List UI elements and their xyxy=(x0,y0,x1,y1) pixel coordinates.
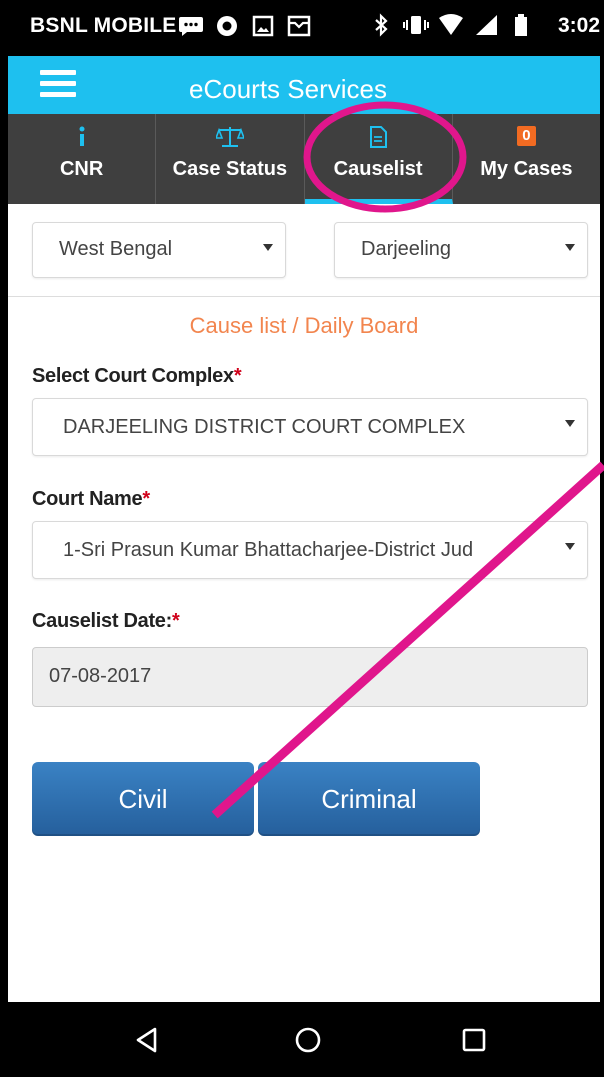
signal-icon xyxy=(473,13,499,37)
app-bar: eCourts Services xyxy=(8,56,600,114)
district-select[interactable]: Darjeeling xyxy=(334,222,588,278)
info-icon xyxy=(8,126,155,148)
causelist-date-field[interactable]: 07-08-2017 xyxy=(32,647,588,707)
form-title: Cause list / Daily Board xyxy=(189,313,419,338)
district-value: Darjeeling xyxy=(361,238,452,260)
message-icon xyxy=(178,14,204,38)
civil-button[interactable]: Civil xyxy=(32,762,254,836)
bluetooth-icon xyxy=(368,13,394,37)
vibrate-icon xyxy=(403,13,429,37)
carrier-name: BSNL MOBILE xyxy=(30,14,177,37)
scales-icon xyxy=(156,126,303,148)
system-icons xyxy=(368,13,534,37)
tab-cnr[interactable]: CNR xyxy=(8,114,157,204)
tab-label: Causelist xyxy=(333,158,423,180)
tab-causelist[interactable]: Causelist xyxy=(304,114,453,204)
battery-icon xyxy=(508,13,534,37)
phone-screen: BSNL MOBILE 3:02 eCourts Services CNR Ca… xyxy=(8,0,600,1077)
notification-icons xyxy=(178,14,312,38)
tab-case-status[interactable]: Case Status xyxy=(156,114,305,204)
chevron-down-icon xyxy=(565,543,575,550)
cases-count-badge: 0 xyxy=(517,126,536,146)
chevron-down-icon xyxy=(565,244,575,251)
state-value: West Bengal xyxy=(59,238,173,260)
document-icon xyxy=(305,126,452,148)
date-value: 07-08-2017 xyxy=(49,665,152,687)
chevron-down-icon xyxy=(565,420,575,427)
recents-icon[interactable] xyxy=(454,1024,494,1056)
navigation-bar xyxy=(8,1002,600,1077)
causelist-date-label: Causelist Date:* xyxy=(32,610,180,632)
court-name-label: Court Name* xyxy=(32,488,150,510)
court-name-value: 1-Sri Prasun Kumar Bhattacharjee-Distric… xyxy=(63,539,474,561)
tab-label: My Cases xyxy=(480,158,573,180)
state-select[interactable]: West Bengal xyxy=(32,222,286,278)
court-complex-label: Select Court Complex* xyxy=(32,365,242,387)
court-name-select[interactable]: 1-Sri Prasun Kumar Bhattacharjee-Distric… xyxy=(32,521,588,579)
tab-my-cases[interactable]: 0 My Cases xyxy=(453,114,600,204)
clock: 3:02 xyxy=(557,14,600,37)
image-icon xyxy=(250,14,276,38)
circle-icon xyxy=(214,14,240,38)
home-icon[interactable] xyxy=(288,1024,328,1056)
court-complex-select[interactable]: DARJEELING DISTRICT COURT COMPLEX xyxy=(32,398,588,456)
app-title: eCourts Services xyxy=(189,74,387,104)
hamburger-icon[interactable] xyxy=(40,70,76,98)
mail-icon xyxy=(286,14,312,38)
tab-label: Case Status xyxy=(172,158,288,180)
status-bar: BSNL MOBILE 3:02 xyxy=(8,0,600,56)
divider xyxy=(8,296,600,297)
court-complex-value: DARJEELING DISTRICT COURT COMPLEX xyxy=(63,416,466,438)
tab-label: CNR xyxy=(59,158,104,180)
wifi-icon xyxy=(438,13,464,37)
chevron-down-icon xyxy=(263,244,273,251)
tab-bar: CNR Case Status Causelist 0 My Cases xyxy=(8,114,600,204)
criminal-button[interactable]: Criminal xyxy=(258,762,480,836)
back-icon[interactable] xyxy=(126,1024,166,1056)
